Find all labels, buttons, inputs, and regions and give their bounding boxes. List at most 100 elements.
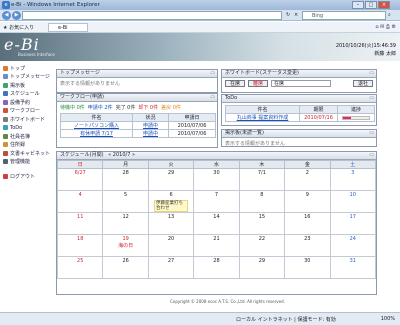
minimize-panel-icon[interactable]: ▭ (369, 130, 374, 137)
toolbar-icons[interactable]: ⌂ ✉ ⎙ ⚙ (375, 24, 396, 30)
favorites-button[interactable]: ★ お気に入り (3, 24, 34, 31)
calendar-day[interactable]: 4 (56, 190, 104, 213)
leave-button[interactable]: 退社 (352, 80, 373, 87)
calendar-day[interactable]: 24 (329, 234, 377, 257)
workflow-status-cell[interactable]: 申請中 (132, 121, 169, 130)
calendar-day[interactable]: 8 (238, 190, 286, 213)
sidebar-item[interactable]: ホワイトボード (0, 115, 55, 124)
calendar-day[interactable]: 28 (102, 168, 149, 191)
calendar-day[interactable]: 6/27 (56, 168, 104, 191)
menu-icon (3, 74, 8, 80)
sidebar-item[interactable]: 社員名簿 (0, 132, 55, 141)
empty-message: 表示する情報がありません (60, 81, 120, 87)
workflow-filter-link[interactable]: 却下 0件 (138, 105, 158, 111)
minimize-panel-icon[interactable]: ▭ (210, 94, 215, 101)
calendar-day[interactable]: 17 (329, 212, 377, 235)
sidebar-item[interactable]: ログアウト (0, 172, 55, 181)
minimize-button[interactable]: – (352, 1, 364, 9)
refresh-icon[interactable]: ↻ (286, 12, 290, 18)
calendar-day[interactable]: 23 (284, 234, 331, 257)
status-in-button[interactable]: 在席 (225, 80, 246, 87)
sidebar-item[interactable]: スケジュール (0, 90, 55, 99)
sidebar-item[interactable]: トップ (0, 64, 55, 73)
workflow-filter-link[interactable]: 申請中 2件 (88, 105, 113, 111)
calendar-day[interactable]: 9 (284, 190, 331, 213)
calendar-day[interactable]: 16 (284, 212, 331, 235)
calendar-day[interactable]: 7 (193, 190, 240, 213)
calendar-day[interactable]: 15 (238, 212, 286, 235)
user-name: 新藤 太郎 (374, 51, 396, 57)
workflow-filter-link[interactable]: 完了 0件 (116, 105, 136, 111)
calendar-day[interactable]: 3 (329, 168, 377, 191)
workflow-subject-cell[interactable]: ノートパソコン購入 (60, 121, 133, 130)
calendar-day[interactable]: 28 (193, 256, 240, 279)
calendar-day[interactable]: 12 (102, 212, 149, 235)
sidebar-item[interactable]: 掲示板 (0, 81, 55, 90)
sidebar-item[interactable]: 設備予約 (0, 98, 55, 107)
calendar-day[interactable]: 26 (102, 256, 149, 279)
calendar-day[interactable]: 31 (329, 256, 377, 279)
sidebar-item[interactable]: 管理機能 (0, 158, 55, 167)
minimize-panel-icon[interactable]: ▭ (369, 70, 374, 77)
calendar-day[interactable]: 20 (147, 234, 195, 257)
progress-fill (343, 116, 351, 119)
calendar-day[interactable]: 7/1 (238, 168, 286, 191)
calendar-day[interactable]: 29 (147, 168, 195, 191)
col-subject: 件名 (225, 105, 300, 114)
empty-message: 表示する情報がありません (225, 141, 285, 147)
minimize-panel-icon[interactable]: ▭ (210, 70, 215, 77)
menu-icon (3, 173, 8, 179)
calendar-day[interactable]: 6 伊藤産業打ち合わせ (147, 190, 195, 213)
sidebar-item[interactable]: 文書キャビネット (0, 149, 55, 158)
progress-bar (342, 115, 370, 120)
calendar-day[interactable]: 22 (238, 234, 286, 257)
workflow-subject-cell[interactable]: 有休申請 7/17 (60, 129, 133, 138)
calendar-day[interactable]: 2 (284, 168, 331, 191)
sidebar-item[interactable]: トップメッセージ (0, 73, 55, 82)
calendar-day[interactable]: 14 (193, 212, 240, 235)
url-field[interactable] (22, 11, 282, 20)
calendar-day[interactable]: 27 (147, 256, 195, 279)
minimize-panel-icon[interactable]: ▭ (369, 152, 374, 159)
calendar-day[interactable]: 19 海の日 (102, 234, 149, 257)
panel-title: 掲示板(未読一覧) (225, 130, 264, 136)
forward-icon[interactable]: ▶ (12, 11, 21, 20)
calendar-day[interactable]: 5 (102, 190, 149, 213)
minimize-panel-icon[interactable]: ▭ (369, 95, 374, 102)
status-away-button[interactable]: 離席 (248, 80, 269, 87)
close-button[interactable]: × (378, 1, 390, 9)
maximize-button[interactable]: □ (365, 1, 377, 9)
back-icon[interactable]: ◀ (2, 11, 11, 20)
calendar-day[interactable]: 13 (147, 212, 195, 235)
search-icon[interactable]: ⌕ (388, 12, 391, 18)
browser-tab[interactable]: e-Bi (48, 23, 88, 32)
search-input[interactable]: Bing (302, 11, 386, 20)
workflow-status-cell[interactable]: 申請中 (132, 129, 169, 138)
workflow-filter-link[interactable]: 差戻 0件 (161, 105, 181, 111)
sidebar-item-label: ToDo (10, 124, 23, 131)
panel-header: ワークフロー(申請) ▭ (57, 94, 217, 102)
menu-icon (3, 125, 8, 131)
weekday-header: 月 (102, 160, 149, 169)
calendar-day[interactable]: 29 (238, 256, 286, 279)
status-select[interactable]: 在席 (271, 80, 332, 87)
calendar-day[interactable]: 30 (193, 168, 240, 191)
day-number: 25 (77, 258, 84, 264)
calendar-day[interactable]: 18 (56, 234, 104, 257)
todo-subject-cell[interactable]: 丸山商事 提案資料作成 (225, 113, 300, 122)
calendar-day[interactable]: 10 (329, 190, 377, 213)
calendar-day[interactable]: 25 (56, 256, 104, 279)
zoom-level[interactable]: 100% (381, 316, 395, 322)
stop-icon[interactable]: × (294, 12, 298, 18)
sidebar-item[interactable]: ToDo (0, 124, 55, 133)
calendar-day[interactable]: 11 (56, 212, 104, 235)
menu-icon (3, 65, 8, 71)
month-navigator[interactable]: « 2010/7 » (108, 152, 135, 158)
calendar-event[interactable]: 伊藤産業打ち合わせ (154, 200, 189, 212)
workflow-filter-link[interactable]: 待機中 0件 (60, 105, 85, 111)
sidebar-item[interactable]: 住所録 (0, 141, 55, 150)
sidebar-item[interactable]: ワークフロー (0, 107, 55, 116)
calendar-day[interactable]: 30 (284, 256, 331, 279)
col-subject: 件名 (60, 113, 133, 122)
calendar-day[interactable]: 21 (193, 234, 240, 257)
